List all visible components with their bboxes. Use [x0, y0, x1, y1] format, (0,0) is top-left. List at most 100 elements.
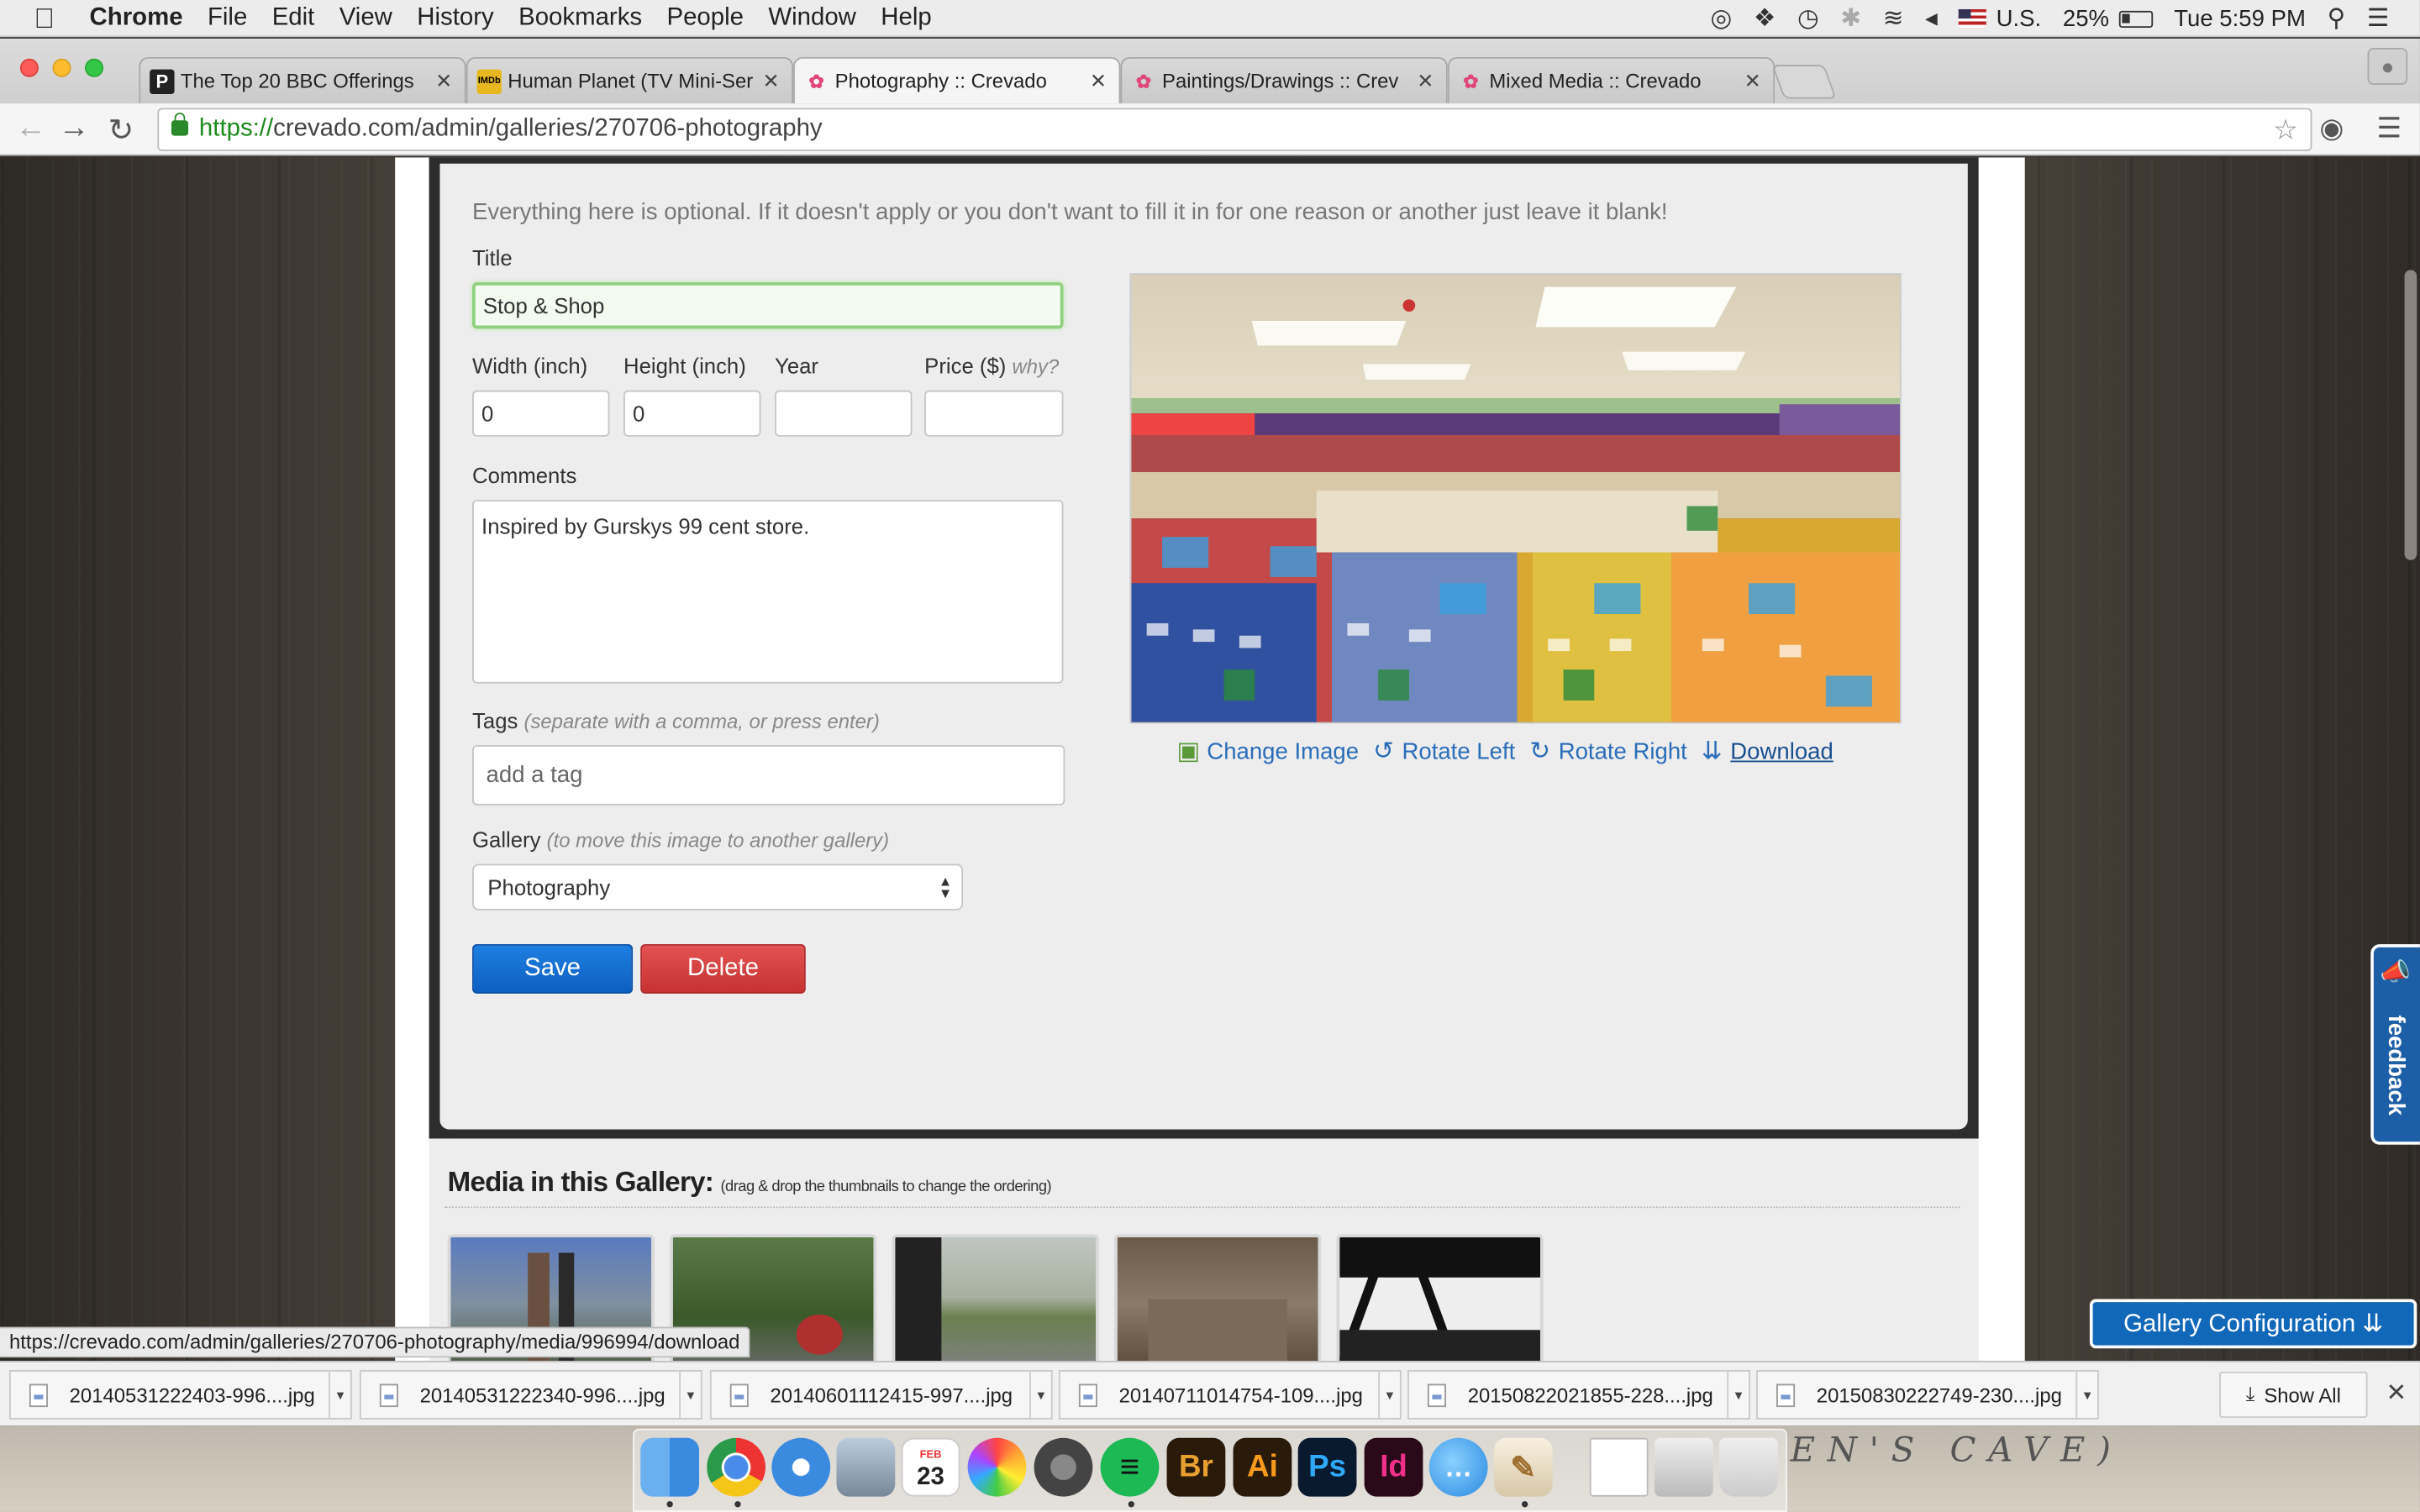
- bluetooth-icon[interactable]: ✱: [1840, 3, 1861, 34]
- spotlight-icon[interactable]: ⚲: [2328, 3, 2346, 34]
- system-preferences-icon[interactable]: [1034, 1437, 1093, 1497]
- time-machine-icon[interactable]: ◷: [1797, 3, 1819, 34]
- reload-icon[interactable]: ↻: [108, 111, 134, 150]
- download-filename: 20150830222749-230....jpg: [1816, 1383, 2062, 1407]
- close-tab-icon[interactable]: ✕: [1090, 69, 1107, 93]
- feedback-tab[interactable]: 📣 feedback: [2370, 944, 2420, 1145]
- illustrator-icon[interactable]: Ai: [1233, 1437, 1292, 1497]
- url-path: crevado.com/admin/galleries/270706-photo…: [273, 115, 823, 142]
- download-item[interactable]: 20140711014754-109....jpg ▼: [1058, 1369, 1402, 1420]
- extension-icon[interactable]: ◉: [2320, 113, 2344, 145]
- apple-menu-icon[interactable]: : [34, 3, 55, 36]
- download-menu-caret-icon[interactable]: ▼: [679, 1371, 701, 1418]
- menu-app-name[interactable]: Chrome: [90, 3, 183, 34]
- download-item[interactable]: 20150830222749-230....jpg ▼: [1756, 1369, 2099, 1420]
- close-tab-icon[interactable]: ✕: [1744, 69, 1761, 93]
- downloads-stack-icon[interactable]: [1654, 1437, 1713, 1497]
- delete-button[interactable]: Delete: [640, 944, 806, 994]
- gallery-select[interactable]: Photography ▲ ▼: [472, 864, 964, 911]
- calendar-icon[interactable]: FEB 23: [901, 1437, 960, 1497]
- zoom-window-button[interactable]: [85, 58, 104, 77]
- tags-input[interactable]: add a tag: [472, 745, 1065, 806]
- menu-history[interactable]: History: [417, 3, 493, 34]
- photos-icon[interactable]: [967, 1437, 1027, 1497]
- rotate-left-link[interactable]: ↺ Rotate Left: [1371, 739, 1515, 765]
- tab-paintings-drawings[interactable]: ✿ Paintings/Drawings :: Crev ✕: [1120, 56, 1448, 104]
- media-thumbnail[interactable]: [1336, 1234, 1544, 1361]
- bookmark-star-icon[interactable]: ☆: [2273, 109, 2298, 150]
- show-all-downloads-button[interactable]: ⤓ Show All: [2219, 1371, 2368, 1418]
- year-input[interactable]: [775, 390, 913, 437]
- download-menu-caret-icon[interactable]: ▼: [1727, 1371, 1749, 1418]
- image-file-icon: [1776, 1383, 1796, 1407]
- download-item[interactable]: 20150822021855-228....jpg ▼: [1407, 1369, 1750, 1420]
- minimize-window-button[interactable]: [52, 58, 71, 77]
- crevado-flower-icon: ✿: [808, 70, 824, 92]
- download-item[interactable]: 20140531222340-996....jpg ▼: [359, 1369, 702, 1420]
- download-item[interactable]: 20140601112415-997....jpg ▼: [709, 1369, 1053, 1420]
- photoshop-icon[interactable]: Ps: [1297, 1437, 1357, 1497]
- close-tab-icon[interactable]: ✕: [1417, 69, 1434, 93]
- menu-clock[interactable]: Tue 5:59 PM: [2174, 5, 2306, 31]
- title-input[interactable]: Stop & Shop: [472, 282, 1064, 329]
- preview-icon[interactable]: [836, 1437, 896, 1497]
- menu-help[interactable]: Help: [881, 3, 931, 34]
- download-menu-caret-icon[interactable]: ▼: [329, 1371, 350, 1418]
- messages-icon[interactable]: …: [1428, 1437, 1488, 1497]
- menu-people[interactable]: People: [666, 3, 744, 34]
- rotate-right-link[interactable]: ↻ Rotate Right: [1528, 739, 1687, 765]
- comments-textarea[interactable]: Inspired by Gurskys 99 cent store.: [472, 500, 1064, 684]
- width-input[interactable]: 0: [472, 390, 610, 437]
- tab-human-planet[interactable]: IMDb Human Planet (TV Mini-Ser ✕: [466, 56, 794, 104]
- indesign-icon[interactable]: Id: [1364, 1437, 1423, 1497]
- close-tab-icon[interactable]: ✕: [435, 69, 452, 93]
- change-image-link[interactable]: ▣ Change Image: [1176, 739, 1359, 765]
- tab-photography[interactable]: ✿ Photography :: Crevado ✕: [793, 56, 1121, 104]
- media-thumbnail[interactable]: [892, 1234, 1099, 1361]
- notification-center-icon[interactable]: ☰: [2367, 3, 2389, 34]
- menu-file[interactable]: File: [208, 3, 247, 34]
- menu-bookmarks[interactable]: Bookmarks: [518, 3, 642, 34]
- profile-avatar-icon[interactable]: ●: [2367, 47, 2408, 86]
- input-source-label: U.S.: [1996, 5, 2042, 32]
- spotify-icon[interactable]: ≡: [1100, 1437, 1160, 1497]
- dropbox-icon[interactable]: ❖: [1754, 3, 1776, 34]
- price-input[interactable]: [924, 390, 1064, 437]
- finder-icon[interactable]: [640, 1437, 700, 1497]
- media-thumbnail[interactable]: [1114, 1234, 1322, 1361]
- wifi-icon[interactable]: ≋: [1883, 3, 1904, 34]
- menu-window[interactable]: Window: [768, 3, 856, 34]
- close-window-button[interactable]: [19, 58, 39, 77]
- textedit-icon[interactable]: ✎: [1493, 1437, 1553, 1497]
- chrome-menu-icon[interactable]: ☰: [2377, 113, 2402, 145]
- back-arrow-icon[interactable]: ←: [15, 111, 46, 146]
- download-menu-caret-icon[interactable]: ▼: [1029, 1371, 1051, 1418]
- tab-bbc-offerings[interactable]: P The Top 20 BBC Offerings ✕: [139, 56, 466, 104]
- document-icon[interactable]: [1589, 1437, 1649, 1497]
- input-source[interactable]: U.S.: [1959, 5, 2042, 32]
- height-input[interactable]: 0: [623, 390, 761, 437]
- download-link[interactable]: ⇊ Download: [1700, 739, 1833, 765]
- close-tab-icon[interactable]: ✕: [763, 69, 780, 93]
- forward-arrow-icon[interactable]: →: [59, 111, 90, 146]
- save-button[interactable]: Save: [472, 944, 634, 994]
- menu-view[interactable]: View: [339, 3, 392, 34]
- volume-icon[interactable]: ◂: [1925, 3, 1938, 34]
- download-menu-caret-icon[interactable]: ▼: [2075, 1371, 2097, 1418]
- chrome-icon[interactable]: [707, 1437, 766, 1497]
- new-tab-button[interactable]: [1771, 65, 1837, 99]
- tab-mixed-media[interactable]: ✿ Mixed Media :: Crevado ✕: [1447, 56, 1776, 104]
- scrollbar-thumb[interactable]: [2404, 270, 2417, 560]
- download-menu-caret-icon[interactable]: ▼: [1378, 1371, 1400, 1418]
- download-item[interactable]: 20140531222403-996....jpg ▼: [9, 1369, 352, 1420]
- bridge-icon[interactable]: Br: [1166, 1437, 1226, 1497]
- battery-status[interactable]: 25%: [2063, 5, 2153, 32]
- address-bar[interactable]: https://crevado.com/admin/galleries/2707…: [157, 108, 2312, 151]
- creative-cloud-icon[interactable]: ◎: [1711, 3, 1733, 34]
- menu-edit[interactable]: Edit: [272, 3, 315, 34]
- trash-icon[interactable]: [1719, 1437, 1778, 1497]
- gallery-configuration-button[interactable]: Gallery Configuration ⇊: [2089, 1299, 2417, 1349]
- safari-icon[interactable]: [771, 1437, 831, 1497]
- close-shelf-icon[interactable]: ✕: [2386, 1378, 2407, 1409]
- price-why-link[interactable]: why?: [1013, 354, 1060, 378]
